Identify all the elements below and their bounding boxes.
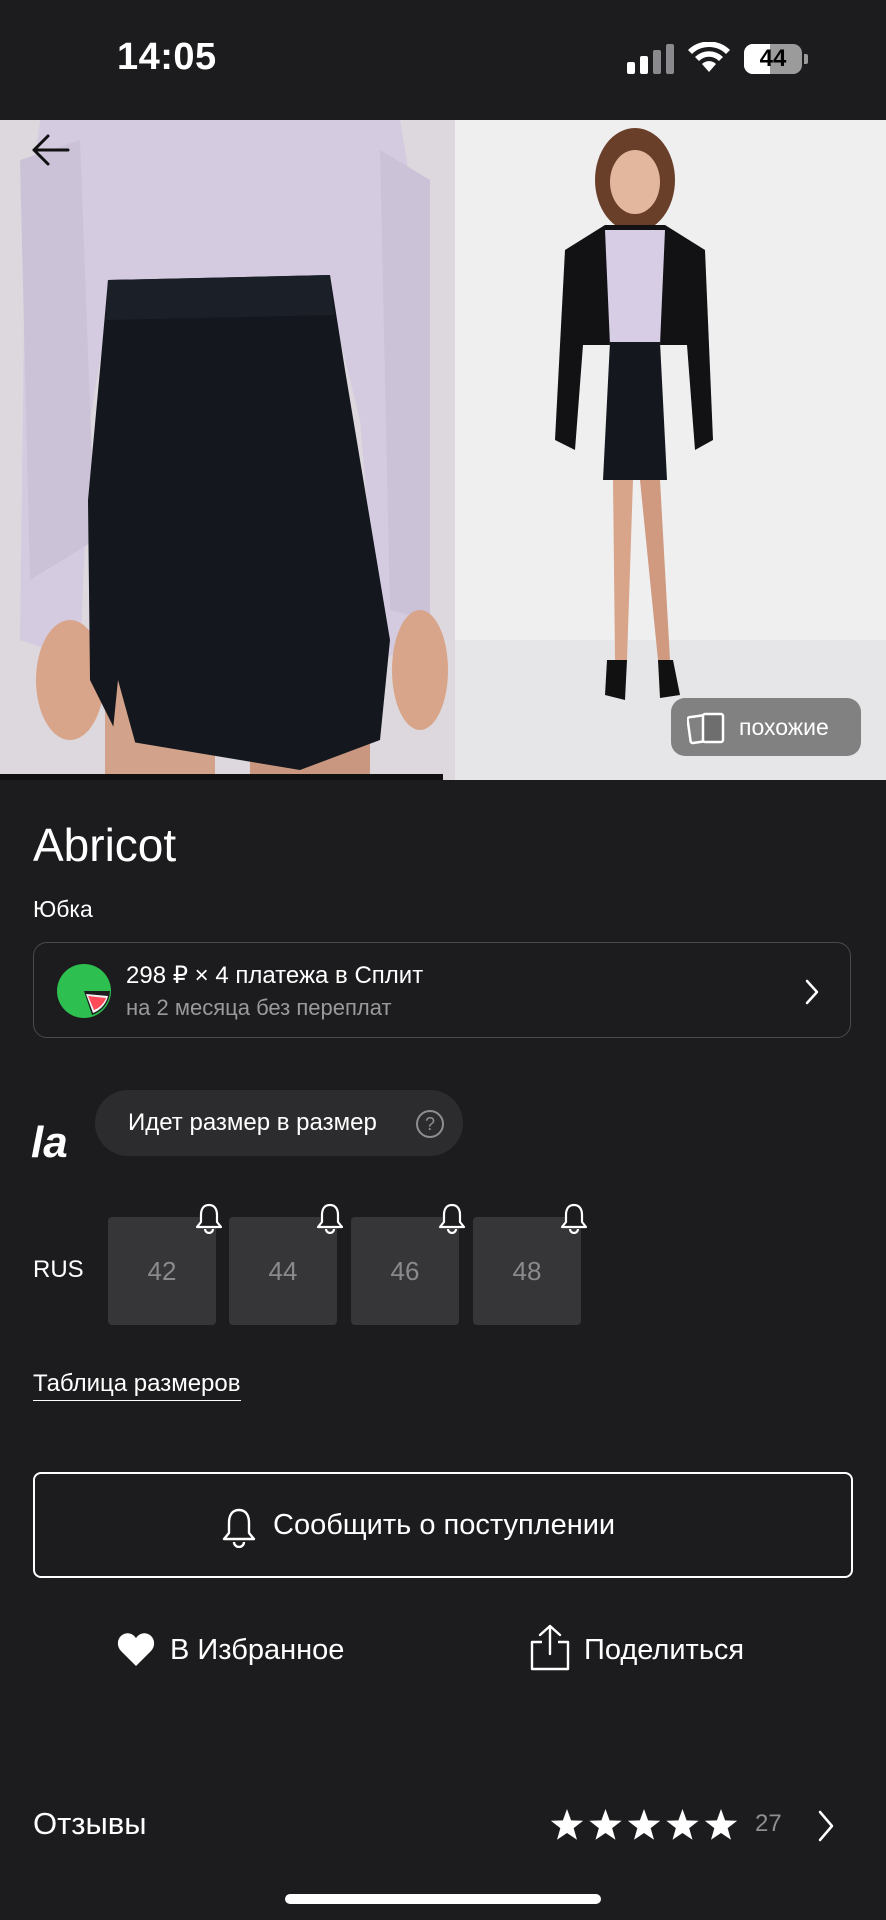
notify-label: Сообщить о поступлении — [273, 1509, 616, 1541]
product-gallery[interactable]: похожие — [0, 120, 886, 780]
home-indicator — [285, 1894, 601, 1904]
similar-items-label: похожие — [739, 714, 829, 740]
star-icon — [550, 1809, 584, 1840]
back-arrow-icon[interactable] — [28, 128, 72, 172]
rating-stars — [550, 1809, 738, 1840]
bell-icon — [195, 1203, 223, 1234]
star-icon — [704, 1809, 738, 1840]
status-time: 14:05 — [117, 36, 217, 78]
product-brand[interactable]: Abricot — [33, 818, 176, 872]
fit-assistant-logo: la — [31, 1118, 68, 1167]
split-payment-card[interactable]: 298 ₽ × 4 платежа в Сплит на 2 месяца бе… — [33, 942, 851, 1038]
gallery-progress-fill — [0, 774, 443, 780]
bell-icon — [438, 1203, 466, 1234]
status-bar: 14:05 44 — [0, 0, 886, 120]
split-watermelon-icon — [57, 964, 111, 1018]
chevron-right-icon — [805, 979, 819, 1005]
chevron-right-icon[interactable] — [816, 1808, 836, 1844]
fit-hint-text: Идет размер в размер — [128, 1109, 377, 1136]
split-title: 298 ₽ × 4 платежа в Сплит — [126, 962, 424, 989]
similar-items-button[interactable]: похожие — [671, 698, 861, 756]
product-photo-closeup[interactable] — [0, 120, 455, 780]
product-category: Юбка — [33, 896, 93, 922]
fit-hint-bubble[interactable]: Идет размер в размер ? — [95, 1090, 463, 1156]
size-table-link[interactable]: Таблица размеров — [33, 1370, 241, 1401]
similar-cards-icon — [687, 712, 725, 745]
product-photo-full[interactable] — [455, 120, 886, 780]
split-subtitle: на 2 месяца без переплат — [126, 995, 392, 1020]
reviews-label[interactable]: Отзывы — [33, 1806, 147, 1842]
favorites-label: В Избранное — [170, 1634, 345, 1666]
notify-availability-button[interactable]: Сообщить о поступлении — [33, 1472, 853, 1578]
share-label: Поделиться — [584, 1634, 745, 1666]
bell-icon — [316, 1203, 344, 1234]
share-icon — [530, 1624, 570, 1671]
star-icon — [589, 1809, 622, 1840]
wifi-icon — [688, 42, 730, 72]
size-system-label: RUS — [33, 1256, 84, 1283]
star-icon — [627, 1809, 661, 1840]
battery-icon: 44 — [744, 44, 808, 74]
bell-icon — [222, 1508, 256, 1548]
battery-level: 44 — [759, 45, 787, 72]
bell-icon — [560, 1203, 588, 1234]
star-icon — [666, 1809, 699, 1840]
heart-icon — [117, 1633, 155, 1666]
help-icon[interactable]: ? — [416, 1110, 444, 1138]
review-count: 27 — [755, 1810, 782, 1837]
gallery-progress — [0, 774, 886, 780]
cellular-signal-icon — [627, 44, 674, 74]
